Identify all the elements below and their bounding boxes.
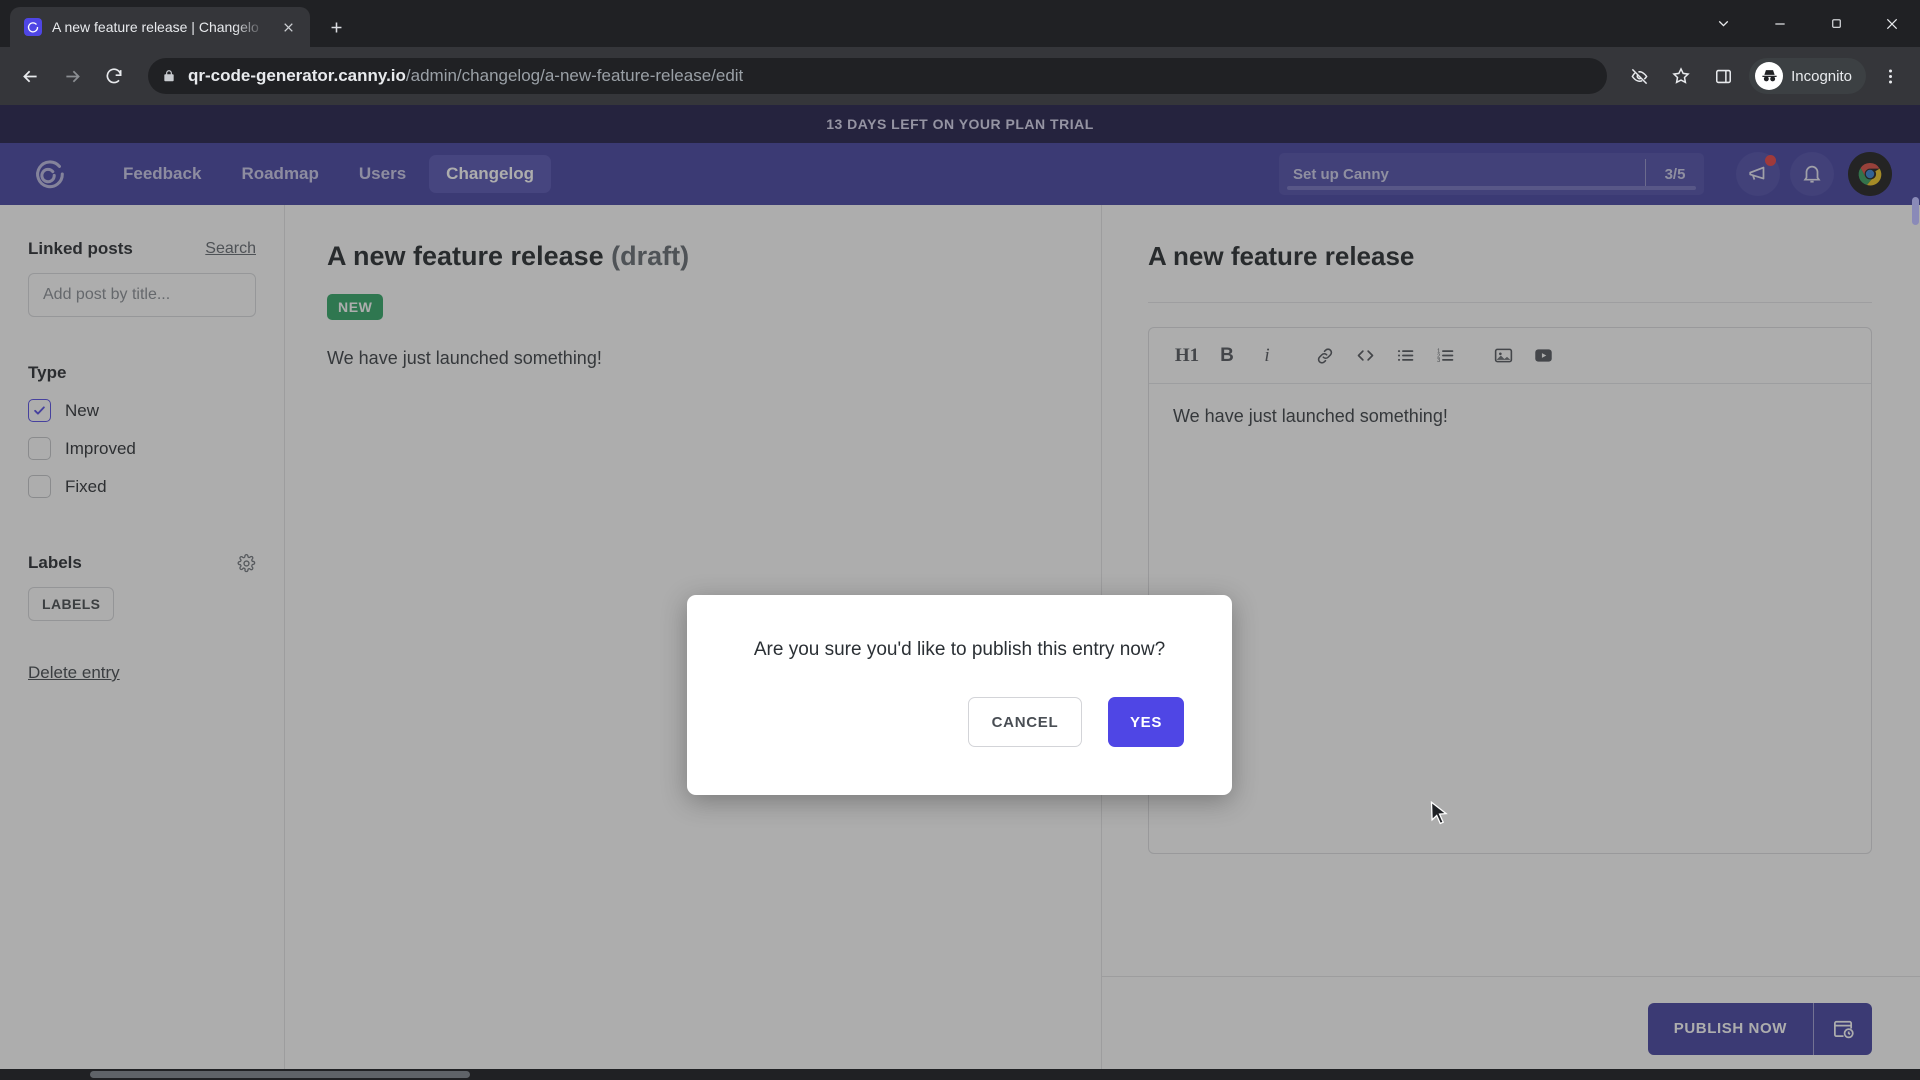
arrow-back-icon[interactable] [12, 58, 48, 94]
address-bar[interactable]: qr-code-generator.canny.io/admin/changel… [148, 58, 1608, 94]
browser-tab[interactable]: A new feature release | Changelo [10, 7, 310, 47]
vertical-scrollbar-thumb[interactable] [1912, 197, 1919, 225]
star-icon[interactable] [1663, 58, 1699, 94]
confirm-yes-button[interactable]: YES [1108, 697, 1184, 747]
eye-slash-icon[interactable] [1621, 58, 1657, 94]
vertical-scrollbar[interactable] [1911, 105, 1920, 1080]
browser-window: A new feature release | Changelo qr-code… [0, 0, 1920, 1080]
url-path: /admin/changelog/a-new-feature-release/e… [405, 66, 744, 85]
incognito-hat-icon [1755, 62, 1784, 90]
incognito-indicator[interactable]: Incognito [1749, 58, 1866, 94]
incognito-label: Incognito [1791, 67, 1852, 85]
url-domain: qr-code-generator.canny.io [188, 66, 406, 85]
publish-confirm-dialog: Are you sure you'd like to publish this … [687, 595, 1232, 795]
modal-overlay[interactable] [0, 105, 1920, 1080]
maximize-icon[interactable] [1808, 0, 1864, 47]
arrow-forward-icon[interactable] [54, 58, 90, 94]
close-icon[interactable] [1864, 0, 1920, 47]
modal-actions: CANCEL YES [735, 697, 1184, 747]
side-panel-icon[interactable] [1705, 58, 1741, 94]
horizontal-scrollbar-thumb[interactable] [90, 1071, 470, 1078]
browser-tab-strip: A new feature release | Changelo [0, 0, 1920, 47]
chevron-down-icon[interactable] [1694, 0, 1752, 47]
three-dot-menu-icon[interactable] [1872, 58, 1908, 94]
close-icon[interactable] [276, 15, 300, 39]
browser-toolbar: qr-code-generator.canny.io/admin/changel… [0, 47, 1920, 105]
horizontal-scrollbar[interactable] [0, 1069, 1920, 1080]
minimize-icon[interactable] [1752, 0, 1808, 47]
modal-message: Are you sure you'd like to publish this … [753, 639, 1166, 660]
window-controls [1694, 0, 1920, 47]
cancel-button[interactable]: CANCEL [968, 697, 1082, 747]
page-viewport: 13 DAYS LEFT ON YOUR PLAN TRIAL Feedback… [0, 105, 1920, 1080]
lock-icon [162, 69, 176, 83]
reload-icon[interactable] [96, 58, 132, 94]
browser-tab-title: A new feature release | Changelo [52, 19, 259, 35]
new-tab-button[interactable] [319, 10, 353, 44]
address-bar-url: qr-code-generator.canny.io/admin/changel… [188, 66, 743, 86]
canny-logo-icon [24, 18, 42, 36]
